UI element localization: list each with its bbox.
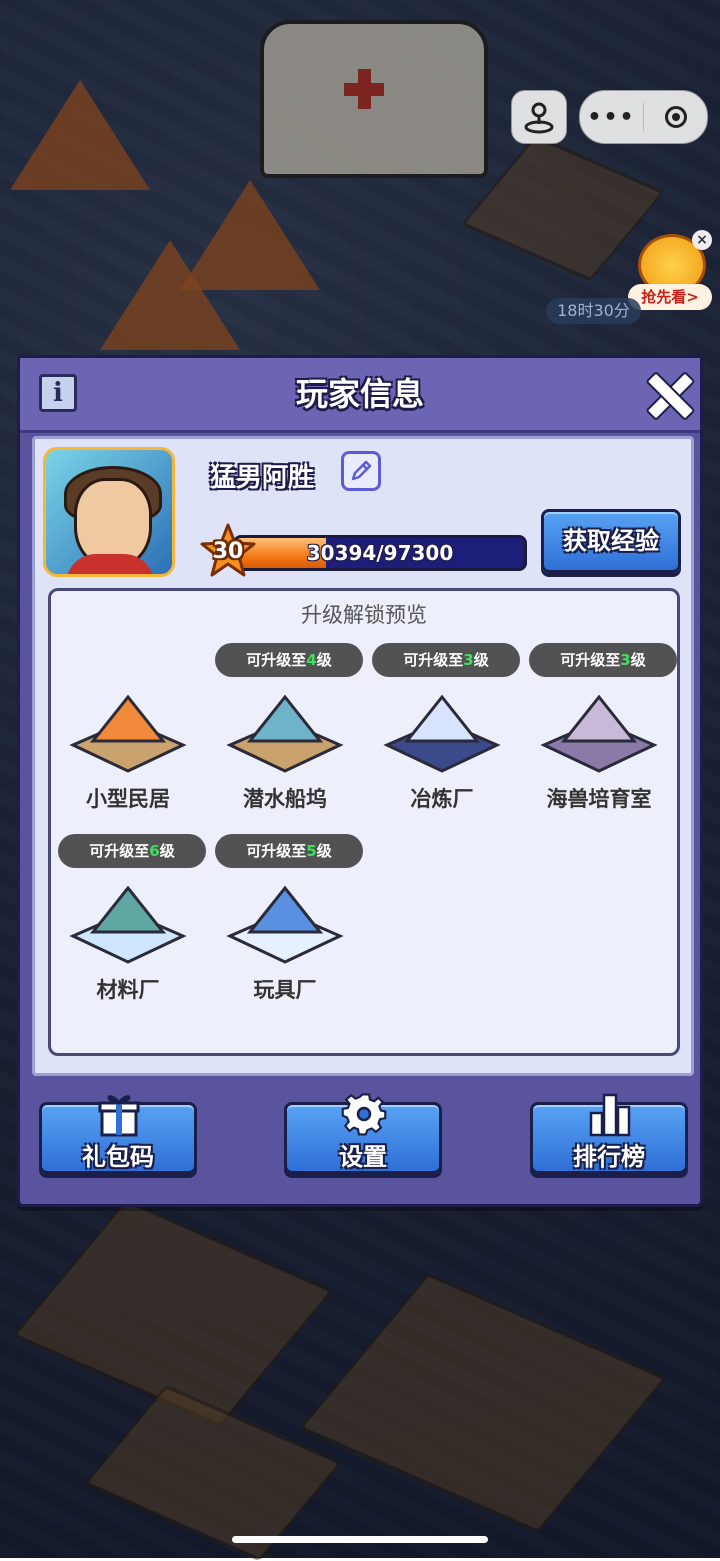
gear-icon bbox=[341, 1093, 387, 1136]
unlock-item[interactable]: 可升级至6级材料厂 bbox=[53, 834, 206, 1004]
player-name: 猛男阿胜 bbox=[210, 463, 315, 493]
joystick-icon bbox=[524, 102, 554, 134]
xp-progress-text: 30394/97300 bbox=[306, 541, 454, 565]
pencil-icon bbox=[351, 460, 372, 481]
unlock-item[interactable]: 小型民居 bbox=[53, 643, 203, 813]
settings-button[interactable]: 设置 bbox=[284, 1093, 442, 1174]
leaderboard-button[interactable]: 排行榜 bbox=[530, 1093, 688, 1174]
building-name: 小型民居 bbox=[86, 787, 170, 811]
more-menu-button[interactable]: ••• bbox=[580, 105, 643, 130]
building-name: 玩具厂 bbox=[253, 978, 317, 1002]
promo-preview-widget[interactable]: × 抢先看> bbox=[628, 230, 712, 310]
building-illustration bbox=[63, 874, 193, 974]
event-timer: 18时30分 bbox=[546, 298, 641, 324]
edit-name-button[interactable] bbox=[341, 451, 381, 491]
get-exp-button[interactable]: 获取经验 bbox=[541, 509, 681, 573]
upgrade-level-badge: 可升级至5级 bbox=[215, 834, 363, 868]
upgrade-level-badge: 可升级至3级 bbox=[529, 643, 677, 677]
building-name: 海兽培育室 bbox=[546, 787, 652, 811]
close-icon[interactable] bbox=[644, 370, 692, 418]
player-info-dialog: i 玩家信息 猛男阿胜 30394/97300 30 获取经验 升级解锁预览 小… bbox=[17, 355, 703, 1207]
gift-code-button[interactable]: 礼包码 bbox=[39, 1095, 197, 1174]
building-illustration bbox=[377, 683, 507, 783]
promo-label[interactable]: 抢先看> bbox=[628, 284, 712, 310]
building-name: 潜水船坞 bbox=[243, 787, 327, 811]
upgrade-unlock-preview: 升级解锁预览 小型民居 可升级至4级 潜水船坞 可升级至3级 冶炼厂 可升级至3级 海兽培育… bbox=[48, 588, 680, 1056]
upgrade-level-badge: 可升级至6级 bbox=[58, 834, 206, 868]
player-info-content: 猛男阿胜 30394/97300 30 获取经验 升级解锁预览 小型民居可升级至… bbox=[32, 436, 694, 1076]
building-name: 冶炼厂 bbox=[410, 787, 474, 811]
mini-program-capsule: ••• bbox=[579, 90, 708, 144]
player-level: 30 bbox=[212, 539, 244, 564]
dialog-title: 玩家信息 bbox=[295, 375, 424, 413]
gift-code-label: 礼包码 bbox=[82, 1143, 154, 1171]
avatar-shirt bbox=[66, 554, 154, 574]
upgrade-level-badge: 可升级至3级 bbox=[372, 643, 520, 677]
preview-title: 升级解锁预览 bbox=[301, 603, 427, 627]
close-program-button[interactable] bbox=[644, 106, 707, 128]
unlock-item[interactable]: 可升级至4级潜水船坞 bbox=[210, 643, 363, 813]
leaderboard-label: 排行榜 bbox=[573, 1143, 645, 1171]
building-illustration bbox=[534, 683, 664, 783]
unlock-item[interactable]: 可升级至3级冶炼厂 bbox=[367, 643, 520, 813]
dialog-header: i 玩家信息 bbox=[20, 358, 700, 433]
unlock-item[interactable]: 可升级至3级海兽培育室 bbox=[524, 643, 677, 813]
leaderboard-icon bbox=[589, 1093, 631, 1137]
unlock-item[interactable]: 可升级至5级玩具厂 bbox=[210, 834, 363, 1004]
record-icon bbox=[664, 106, 687, 128]
building-name: 材料厂 bbox=[96, 978, 160, 1002]
building-illustration bbox=[220, 683, 350, 783]
building-illustration bbox=[63, 683, 193, 783]
building-illustration bbox=[220, 874, 350, 974]
joystick-button[interactable] bbox=[511, 90, 567, 144]
gift-icon bbox=[98, 1095, 140, 1137]
home-indicator[interactable] bbox=[232, 1536, 488, 1543]
settings-label: 设置 bbox=[339, 1143, 387, 1171]
player-avatar[interactable] bbox=[43, 447, 175, 577]
promo-close-button[interactable]: × bbox=[692, 230, 712, 250]
upgrade-level-badge: 可升级至4级 bbox=[215, 643, 363, 677]
